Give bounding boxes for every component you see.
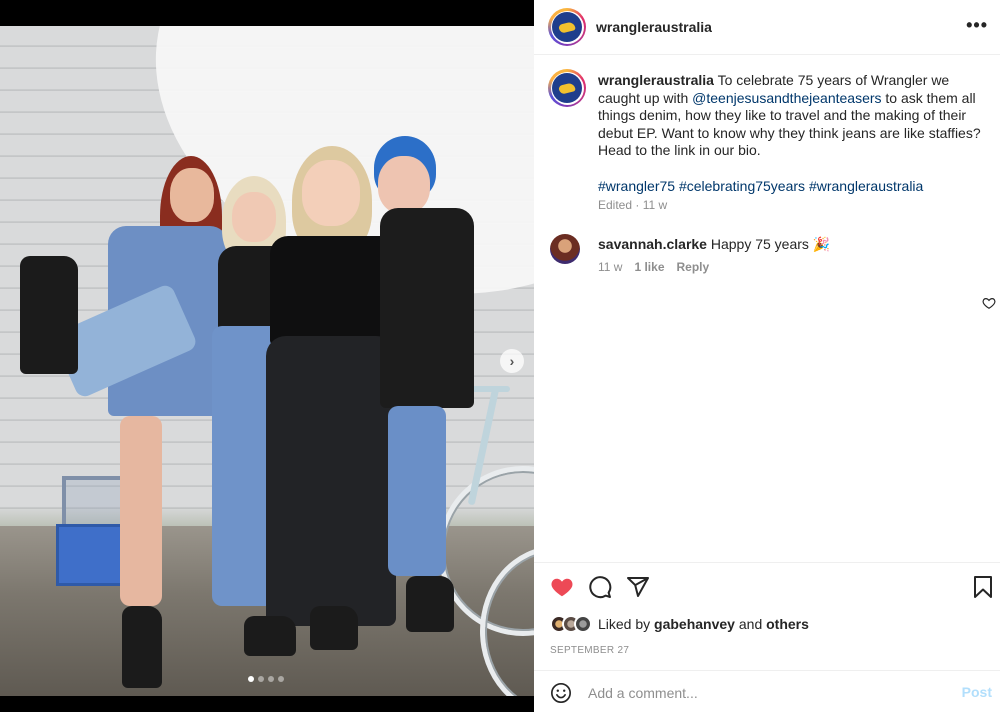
liked-by-user[interactable]: gabehanvey (654, 616, 735, 632)
post-side-panel: wrangleraustralia ••• wrangleraustralia … (534, 0, 1000, 712)
carousel-indicator (248, 676, 284, 682)
commenter-avatar[interactable] (550, 234, 580, 264)
header-avatar[interactable] (548, 8, 586, 46)
share-direct-icon[interactable] (626, 575, 650, 599)
carousel-dot-2 (258, 676, 264, 682)
comment-input[interactable] (588, 682, 938, 704)
wrangler-logo-icon (552, 12, 582, 42)
hashtag-link[interactable]: #wrangler75 (598, 178, 675, 194)
carousel-dot-1 (248, 676, 254, 682)
liker-avatar (574, 615, 592, 633)
next-slide-button[interactable]: › (500, 349, 524, 373)
photo-person-4 (360, 136, 480, 646)
comment-age[interactable]: 11 w (598, 260, 622, 274)
liker-avatars[interactable] (550, 615, 592, 633)
chevron-right-icon: › (509, 353, 515, 369)
comment-meta: 11 w 1 like Reply (598, 260, 709, 274)
post-actions: Liked by gabehanvey and others SEPTEMBER… (534, 562, 1000, 670)
carousel-dot-3 (268, 676, 274, 682)
emoji-icon[interactable] (550, 682, 572, 704)
caption-edited-time: Edited · 11 w (598, 198, 668, 212)
like-heart-icon[interactable] (550, 575, 574, 599)
comment-icon[interactable] (588, 575, 612, 599)
comment-username[interactable]: savannah.clarke (598, 236, 707, 252)
liked-by-others[interactable]: others (766, 616, 809, 632)
comment-body: Happy 75 years 🎉 (710, 236, 831, 252)
caption-avatar[interactable] (548, 69, 586, 107)
caption-mention[interactable]: @teenjesusandthejeanteasers (692, 90, 881, 106)
carousel-dot-4 (278, 676, 284, 682)
liked-by-mid: and (734, 616, 767, 632)
comment-likes[interactable]: 1 like (634, 260, 664, 274)
hashtag-link[interactable]: #celebrating75years (679, 178, 805, 194)
caption-username[interactable]: wrangleraustralia (598, 72, 714, 88)
comments-area: wrangleraustralia To celebrate 75 years … (534, 56, 1000, 562)
comment: savannah.clarke Happy 75 years 🎉 (598, 236, 830, 253)
comment-reply-button[interactable]: Reply (677, 260, 710, 274)
save-bookmark-icon[interactable] (972, 575, 994, 599)
wrangler-logo-icon (552, 73, 582, 103)
comment-like-icon[interactable] (982, 296, 996, 310)
post-caption: wrangleraustralia To celebrate 75 years … (598, 72, 988, 196)
post-photo[interactable] (0, 26, 534, 696)
liked-by: Liked by gabehanvey and others (550, 615, 809, 633)
header-username[interactable]: wrangleraustralia (596, 19, 712, 35)
post-media: › (0, 0, 534, 712)
post-comment-button[interactable]: Post (962, 684, 992, 700)
post-date[interactable]: SEPTEMBER 27 (550, 645, 629, 656)
more-options-icon[interactable]: ••• (966, 16, 988, 34)
hashtag-link[interactable]: #wrangleraustralia (809, 178, 923, 194)
add-comment-bar: Post (534, 670, 1000, 712)
liked-by-prefix: Liked by (598, 616, 655, 632)
post-header: wrangleraustralia ••• (534, 0, 1000, 55)
